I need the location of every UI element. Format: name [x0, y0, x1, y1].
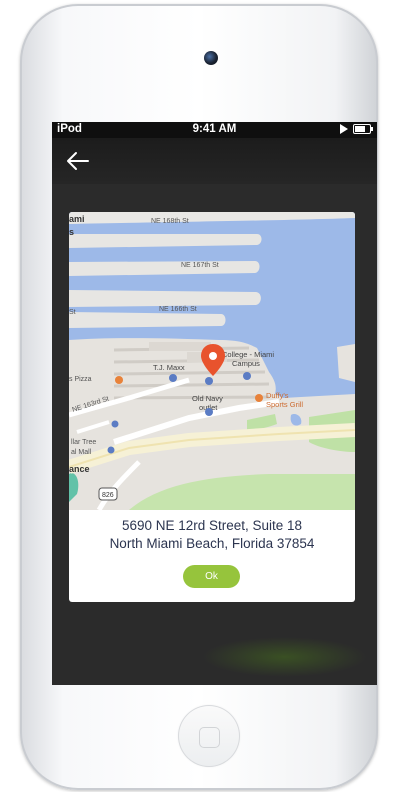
restaurant-icon [115, 376, 123, 384]
play-icon [340, 124, 348, 134]
address-dialog: NE 168th St NE 167th St NE 166th St NE 1… [69, 212, 355, 602]
map-place-label: College - Miami [222, 350, 274, 359]
background-glow [202, 637, 367, 677]
shopping-bag-icon [205, 408, 213, 416]
map-place-label: Campus [232, 359, 260, 368]
map-place-label: T.J. Maxx [153, 363, 185, 372]
map-street-label: St [69, 309, 76, 316]
shopping-bag-icon [169, 374, 177, 382]
map-area-label: s [69, 227, 74, 237]
status-bar: iPod 9:41 AM [52, 122, 377, 138]
address-line-1: 5690 NE 12rd Street, Suite 18 [121, 518, 303, 533]
map-place-label: al Mall [71, 449, 92, 456]
restaurant-icon [255, 394, 263, 402]
map-view[interactable]: NE 168th St NE 167th St NE 166th St NE 1… [69, 212, 355, 510]
address-line-2: North Miami Beach, Florida 37854 [109, 536, 315, 551]
shopping-bag-icon [111, 420, 119, 428]
map-street-label: NE 167th St [181, 262, 219, 269]
graduation-cap-icon [243, 372, 251, 380]
front-camera [204, 51, 218, 65]
battery-icon [353, 124, 373, 134]
ok-button[interactable]: Ok [183, 565, 240, 588]
device-screen: iPod 9:41 AM NE 168th St NE 167th St NE … [52, 122, 377, 685]
arrow-left-icon[interactable] [64, 148, 94, 174]
map-place-label: Duffy's [266, 391, 289, 400]
home-button-square [199, 727, 220, 748]
map-place-label: s Pizza [69, 376, 92, 383]
map-street-label: NE 166th St [159, 306, 197, 313]
map-place-label: Old Navy [192, 394, 223, 403]
status-time: 9:41 AM [192, 123, 237, 135]
map-street-label: NE 168th St [151, 218, 189, 225]
map-area-label: ance [69, 464, 90, 474]
map-area-label: ami [69, 214, 85, 224]
shopping-bag-icon [107, 446, 115, 454]
navigation-bar [52, 138, 377, 184]
map-place-label: Sports Grill [266, 400, 303, 409]
status-right-icons [340, 124, 373, 134]
map-place-label: llar Tree [71, 439, 96, 446]
shopping-bag-icon [205, 377, 213, 385]
svg-text:826: 826 [102, 492, 114, 499]
route-shield-icon: 826 [98, 487, 118, 501]
